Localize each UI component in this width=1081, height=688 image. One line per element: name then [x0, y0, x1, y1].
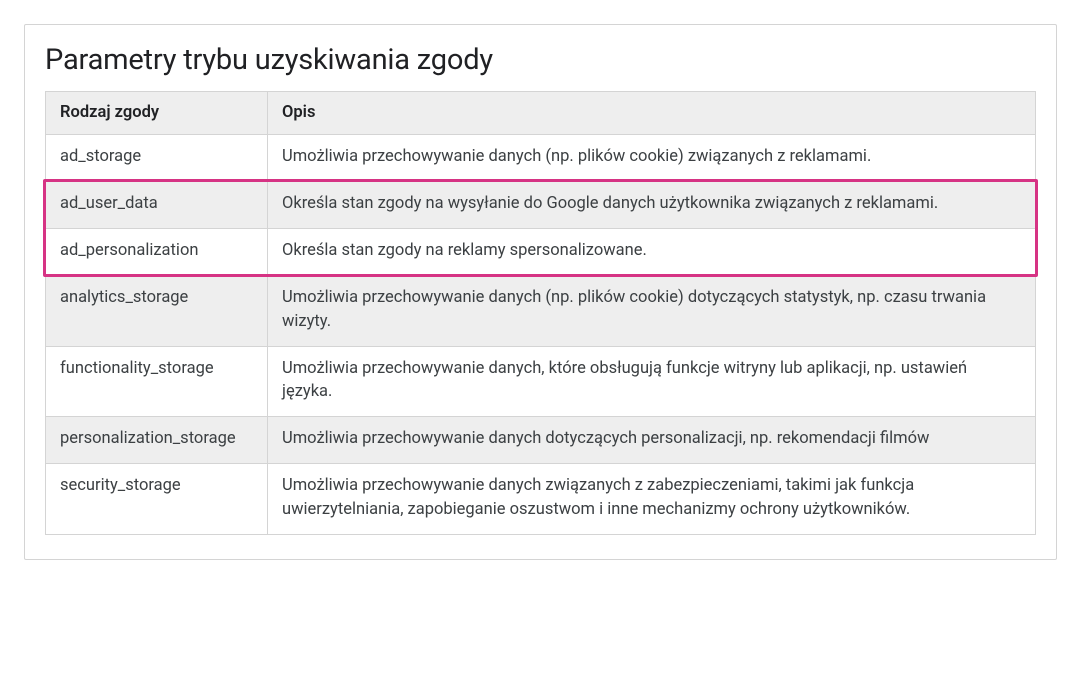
panel-title: Parametry trybu uzyskiwania zgody: [45, 43, 1036, 77]
table-row: security_storageUmożliwia przechowywanie…: [46, 464, 1036, 535]
table-row: ad_user_dataOkreśla stan zgody na wysyła…: [46, 181, 1036, 228]
col-header-desc: Opis: [268, 92, 1036, 135]
cell-type: functionality_storage: [46, 346, 268, 417]
table-row: analytics_storageUmożliwia przechowywani…: [46, 275, 1036, 346]
table-header-row: Rodzaj zgody Opis: [46, 92, 1036, 135]
cell-desc: Określa stan zgody na wysyłanie do Googl…: [268, 181, 1036, 228]
cell-type: ad_storage: [46, 134, 268, 181]
cell-desc: Umożliwia przechowywanie danych związany…: [268, 464, 1036, 535]
cell-type: ad_user_data: [46, 181, 268, 228]
cell-type: analytics_storage: [46, 275, 268, 346]
consent-params-panel: Parametry trybu uzyskiwania zgody Rodzaj…: [24, 24, 1057, 560]
cell-desc: Określa stan zgody na reklamy spersonali…: [268, 228, 1036, 275]
table-row: ad_personalizationOkreśla stan zgody na …: [46, 228, 1036, 275]
consent-table: Rodzaj zgody Opis ad_storageUmożliwia pr…: [45, 91, 1036, 535]
table-row: personalization_storageUmożliwia przecho…: [46, 417, 1036, 464]
cell-type: security_storage: [46, 464, 268, 535]
table-wrap: Rodzaj zgody Opis ad_storageUmożliwia pr…: [45, 91, 1036, 535]
cell-desc: Umożliwia przechowywanie danych (np. pli…: [268, 134, 1036, 181]
cell-desc: Umożliwia przechowywanie danych, które o…: [268, 346, 1036, 417]
col-header-type: Rodzaj zgody: [46, 92, 268, 135]
table-row: functionality_storageUmożliwia przechowy…: [46, 346, 1036, 417]
cell-desc: Umożliwia przechowywanie danych (np. pli…: [268, 275, 1036, 346]
table-row: ad_storageUmożliwia przechowywanie danyc…: [46, 134, 1036, 181]
cell-desc: Umożliwia przechowywanie danych dotycząc…: [268, 417, 1036, 464]
cell-type: ad_personalization: [46, 228, 268, 275]
cell-type: personalization_storage: [46, 417, 268, 464]
